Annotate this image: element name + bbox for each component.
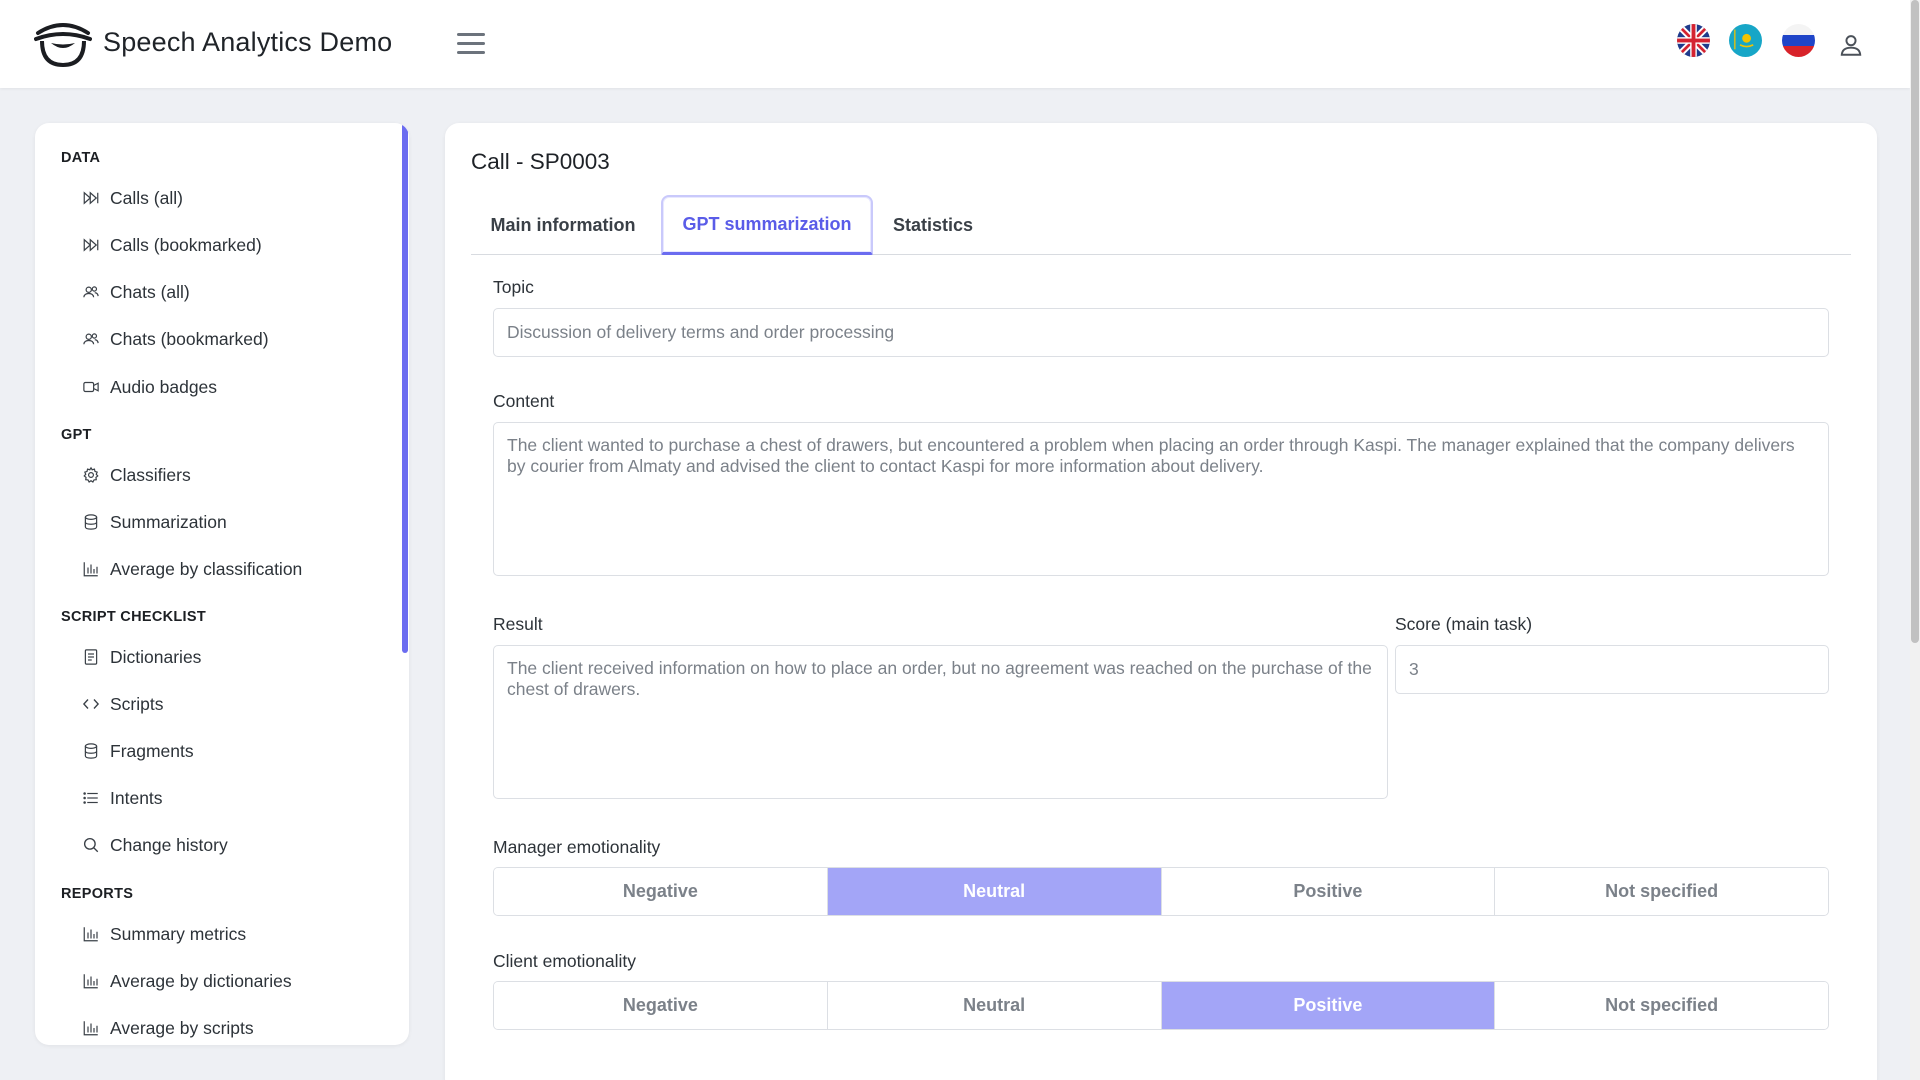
client-option-neutral[interactable]: Neutral [827, 982, 1162, 1029]
sidebar-item-summary-metrics[interactable]: Summary metrics [79, 918, 246, 950]
sidebar-item-label: Summary metrics [110, 923, 247, 944]
sidebar-item-fragments[interactable]: Fragments [79, 735, 194, 767]
search-icon [79, 833, 103, 857]
video-icon [79, 375, 103, 399]
users-icon [79, 280, 103, 304]
logo-icon [34, 23, 92, 68]
menu-toggle-icon[interactable] [457, 33, 485, 55]
sidebar-section-reports: REPORTS [61, 886, 134, 902]
list-icon [79, 786, 103, 810]
sidebar-item-label: Average by scripts [110, 1017, 254, 1038]
fast-forward-icon [79, 233, 103, 257]
sidebar-section-gpt: GPT [61, 427, 92, 443]
score-field[interactable] [1395, 645, 1829, 694]
manager-option-not-specified[interactable]: Not specified [1495, 868, 1828, 915]
user-icon[interactable] [1838, 32, 1864, 58]
sidebar-section-data: DATA [61, 150, 101, 166]
sidebar-item-scripts[interactable]: Scripts [79, 688, 163, 720]
sidebar-item-label: Average by classification [110, 558, 303, 579]
score-label: Score (main task) [1395, 614, 1533, 634]
russia-flag-icon[interactable] [1782, 24, 1815, 57]
sidebar-item-label: Classifiers [110, 464, 191, 485]
tab-main-information[interactable]: Main information [471, 195, 655, 255]
result-field[interactable]: The client received information on how t… [493, 645, 1388, 799]
sidebar-item-average-by-classification[interactable]: Average by classification [79, 553, 302, 585]
page-title: Call - SP0003 [471, 149, 610, 174]
sidebar-item-change-history[interactable]: Change history [79, 829, 228, 861]
kazakhstan-flag-icon[interactable] [1729, 24, 1762, 57]
sidebar-item-chats-all[interactable]: Chats (all) [79, 276, 190, 308]
bar-chart-icon [79, 1016, 103, 1040]
sidebar-item-label: Calls (all) [110, 187, 183, 208]
app-title: Speech Analytics Demo [103, 27, 393, 57]
client-option-positive[interactable]: Positive [1161, 982, 1496, 1029]
sidebar-item-label: Change history [110, 834, 228, 855]
database-icon [79, 510, 103, 534]
tab-gpt-summarization[interactable]: GPT summarization [661, 195, 873, 255]
sidebar-item-label: Intents [110, 787, 163, 808]
sidebar-section-script-checklist: SCRIPT CHECKLIST [61, 609, 206, 625]
manager-option-neutral[interactable]: Neutral [827, 868, 1162, 915]
sidebar-item-classifiers[interactable]: Classifiers [79, 459, 191, 491]
sidebar-item-label: Chats (all) [110, 281, 190, 302]
topic-field[interactable] [493, 308, 1829, 357]
sidebar-item-calls-bookmarked[interactable]: Calls (bookmarked) [79, 229, 262, 261]
client-option-negative[interactable]: Negative [494, 982, 828, 1029]
sidebar-item-chats-bookmarked[interactable]: Chats (bookmarked) [79, 323, 269, 355]
sidebar-item-label: Average by dictionaries [110, 970, 292, 991]
top-header: Speech Analytics Demo [0, 0, 1910, 88]
sidebar: DATA Calls (all) Calls (bookmarked) Chat… [35, 123, 409, 1045]
sidebar-item-dictionaries[interactable]: Dictionaries [79, 641, 201, 673]
client-option-not-specified[interactable]: Not specified [1495, 982, 1828, 1029]
sidebar-item-label: Calls (bookmarked) [110, 234, 262, 255]
sidebar-item-label: Summarization [110, 511, 227, 532]
document-icon [79, 645, 103, 669]
bar-chart-icon [79, 922, 103, 946]
sidebar-scrollbar[interactable] [401, 123, 409, 1045]
gear-icon [79, 463, 103, 487]
sidebar-item-label: Dictionaries [110, 646, 202, 667]
sidebar-item-audio-badges[interactable]: Audio badges [79, 371, 217, 403]
content-field[interactable]: The client wanted to purchase a chest of… [493, 422, 1829, 576]
manager-option-positive[interactable]: Positive [1161, 868, 1496, 915]
sidebar-item-average-by-dictionaries[interactable]: Average by dictionaries [79, 965, 292, 997]
sidebar-item-label: Fragments [110, 740, 194, 761]
database-icon [79, 739, 103, 763]
code-icon [79, 692, 103, 716]
users-icon [79, 327, 103, 351]
manager-option-negative[interactable]: Negative [494, 868, 828, 915]
client-emotionality-label: Client emotionality [493, 951, 636, 971]
sidebar-item-calls-all[interactable]: Calls (all) [79, 182, 183, 214]
fast-forward-icon [79, 186, 103, 210]
topic-label: Topic [493, 277, 534, 297]
sidebar-item-label: Scripts [110, 693, 164, 714]
sidebar-item-label: Chats (bookmarked) [110, 328, 269, 349]
call-detail-card: Call - SP0003 Main information GPT summa… [445, 123, 1877, 1080]
result-label: Result [493, 614, 543, 634]
sidebar-item-label: Audio badges [110, 376, 218, 397]
tab-statistics[interactable]: Statistics [877, 195, 989, 255]
bar-chart-icon [79, 557, 103, 581]
sidebar-item-summarization[interactable]: Summarization [79, 506, 227, 538]
sidebar-item-intents[interactable]: Intents [79, 782, 163, 814]
page-scrollbar[interactable] [1910, 0, 1920, 1080]
manager-emotionality-selector: Negative Neutral Positive Not specified [493, 867, 1829, 916]
manager-emotionality-label: Manager emotionality [493, 837, 661, 857]
client-emotionality-selector: Negative Neutral Positive Not specified [493, 981, 1829, 1030]
uk-flag-icon[interactable] [1677, 24, 1710, 57]
bar-chart-icon [79, 969, 103, 993]
sidebar-item-average-by-scripts[interactable]: Average by scripts [79, 1012, 254, 1044]
content-label: Content [493, 391, 555, 411]
